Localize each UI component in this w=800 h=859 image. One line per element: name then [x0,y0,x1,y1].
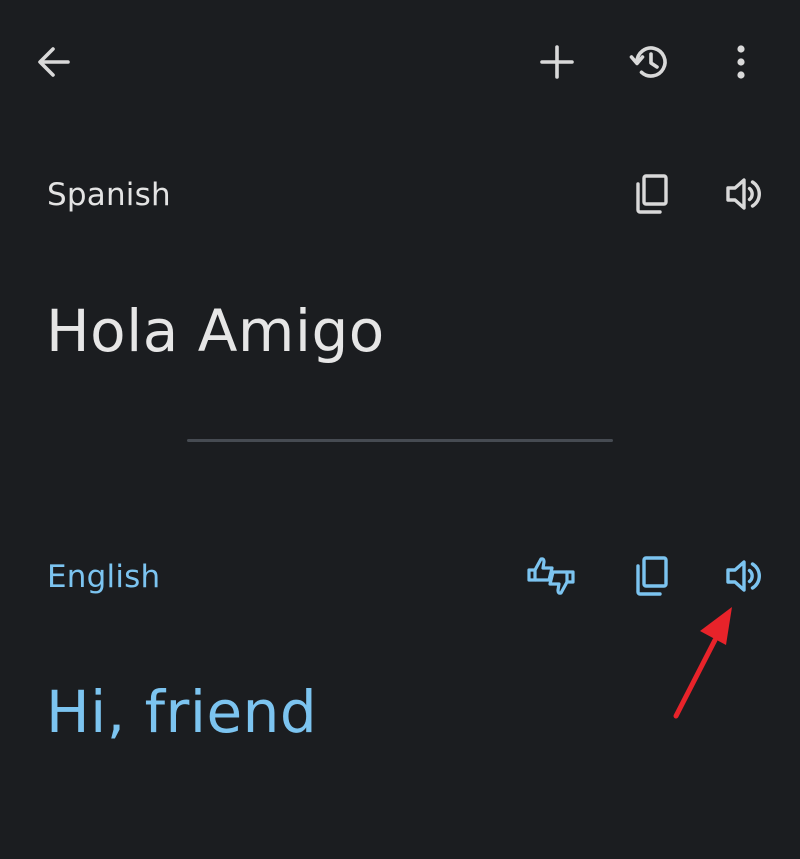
target-copy-button[interactable] [622,546,682,606]
plus-icon [540,45,574,79]
section-divider [187,439,613,442]
speaker-icon [726,560,761,592]
target-language-label: English [47,559,161,595]
source-language-label: Spanish [47,177,171,213]
feedback-icon [527,557,575,595]
target-listen-button[interactable] [715,546,775,606]
history-icon [629,46,667,78]
back-button[interactable] [24,32,84,92]
arrow-left-icon [38,47,70,77]
speaker-icon [726,178,761,210]
rate-translation-button[interactable] [521,546,581,606]
source-listen-button[interactable] [715,164,775,224]
more-vertical-icon [737,45,745,79]
source-copy-button[interactable] [622,164,682,224]
add-button[interactable] [527,32,587,92]
more-options-button[interactable] [711,32,771,92]
source-text[interactable]: Hola Amigo [46,291,385,371]
copy-icon [636,556,668,596]
translated-text[interactable]: Hi, friend [46,672,317,752]
history-button[interactable] [620,32,680,92]
copy-icon [636,174,668,214]
